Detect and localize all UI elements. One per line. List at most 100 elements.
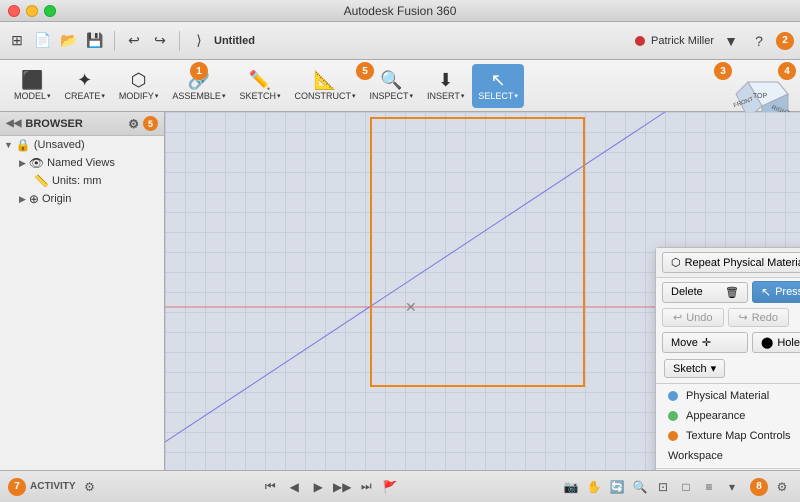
badge-8: 8 — [750, 478, 768, 496]
sketch-dropdown-label: Sketch — [673, 363, 707, 375]
ctx-workspace-label: Workspace — [668, 450, 723, 462]
press-pull-button[interactable]: ↖ Press Pull — [752, 281, 800, 303]
display-mode-icon[interactable]: □ — [676, 477, 696, 497]
ctx-separator2 — [656, 468, 800, 469]
pan-icon[interactable]: ✋ — [584, 477, 604, 497]
texture-map-dot — [668, 431, 678, 441]
press-pull-label: Press Pull — [775, 286, 800, 298]
playback-start-icon[interactable]: ⏮ — [260, 477, 280, 497]
modify-label: MODIFY — [119, 91, 154, 101]
playback-end-icon[interactable]: ⏭ — [356, 477, 376, 497]
svg-text:TOP: TOP — [753, 93, 768, 100]
maximize-button[interactable] — [44, 5, 56, 17]
undo-label: Undo — [686, 312, 712, 324]
user-name: Patrick Miller — [651, 35, 714, 47]
zoom-fit-icon[interactable]: ⊡ — [653, 477, 673, 497]
sketch-dropdown-arrow: ▾ — [711, 362, 717, 375]
insert-button[interactable]: ⬇ INSERT▾ — [421, 64, 470, 108]
view-dropdown-arrow[interactable]: ▾ — [722, 477, 742, 497]
delete-label: Delete — [671, 286, 703, 298]
orbit-icon[interactable]: 🔄 — [607, 477, 627, 497]
construct-button[interactable]: 📐 CONSTRUCT▾ — [288, 64, 361, 108]
zoom-icon[interactable]: 🔍 — [630, 477, 650, 497]
playback-flag-icon[interactable]: 🚩 — [380, 477, 400, 497]
sidebar: ◀◀ BROWSER ⚙ 5 ▼ 🔒 (Unsaved) ▶ 👁 Named V… — [0, 112, 165, 470]
select-label: SELECT — [478, 91, 513, 101]
inspect-label: INSPECT — [370, 91, 409, 101]
create-icon: ✦ — [77, 71, 92, 89]
move-button[interactable]: Move ✛ — [662, 332, 748, 353]
undo-icon[interactable]: ↩ — [123, 30, 145, 52]
record-dot — [635, 36, 645, 46]
undo-arrow-icon: ↩ — [673, 311, 682, 324]
main-toolbar: ⊞ 📄 📂 💾 ↩ ↪ ⟩ Untitled Patrick Miller ▼ … — [0, 22, 800, 60]
separator — [114, 31, 115, 51]
ctx-separator1 — [656, 383, 800, 384]
hole-button[interactable]: ⬤ Hole — [752, 332, 800, 353]
move-label: Move — [671, 337, 698, 349]
ctx-appearance-item[interactable]: Appearance — [656, 406, 800, 426]
playback-play-icon[interactable]: ▶ — [308, 477, 328, 497]
sketch-dropdown-button[interactable]: Sketch ▾ — [664, 359, 725, 378]
apps-icon[interactable]: ⊞ — [6, 30, 28, 52]
sketch-button[interactable]: ✏️ SKETCH▾ — [233, 64, 286, 108]
undo-button[interactable]: ↩ Undo — [662, 308, 724, 327]
ctx-physical-material-label: Physical Material — [686, 390, 769, 402]
tree-item-unsaved[interactable]: ▼ 🔒 (Unsaved) — [0, 136, 164, 154]
browser-label: BROWSER — [25, 118, 82, 130]
badge-5: 5 — [356, 62, 374, 80]
tree-item-units[interactable]: 📏 Units: mm — [0, 172, 164, 190]
construct-label: CONSTRUCT — [294, 91, 351, 101]
ctx-texture-map-label: Texture Map Controls — [686, 430, 791, 442]
select-button[interactable]: ↖ SELECT▾ — [472, 64, 524, 108]
context-menu: ⬡ Repeat Physical Material Delete 🗑 ↖ Pr… — [655, 247, 800, 470]
redo-icon[interactable]: ↪ — [149, 30, 171, 52]
redo-button[interactable]: ↪ Redo — [728, 308, 790, 327]
view-options-icon[interactable]: ≡ — [699, 477, 719, 497]
delete-button[interactable]: Delete 🗑 — [662, 282, 748, 303]
window-controls — [8, 5, 56, 17]
ctx-workspace-item[interactable]: Workspace ▶ — [656, 446, 800, 466]
browser-settings-icon[interactable]: ⚙ — [128, 117, 139, 131]
close-button[interactable] — [8, 5, 20, 17]
repeat-physical-material-button[interactable]: ⬡ Repeat Physical Material — [662, 252, 800, 273]
camera-icon[interactable]: 📷 — [561, 477, 581, 497]
app-title: Autodesk Fusion 360 — [344, 4, 457, 18]
playback-forward-icon[interactable]: ▶▶ — [332, 477, 352, 497]
ctx-texture-map-item[interactable]: Texture Map Controls — [656, 426, 800, 446]
ctx-undo-row: ↩ Undo ↪ Redo — [656, 306, 800, 329]
badge-2: 2 — [776, 32, 794, 50]
modify-button[interactable]: ⬡ MODIFY▾ — [113, 64, 165, 108]
dropdown-arrow[interactable]: ▼ — [720, 30, 742, 52]
delete-icon: 🗑 — [725, 286, 739, 299]
model-button[interactable]: ⬛ MODEL▾ — [8, 64, 57, 108]
create-button[interactable]: ✦ CREATE▾ — [59, 64, 111, 108]
minimize-button[interactable] — [26, 5, 38, 17]
playback-prev-icon[interactable]: ◀ — [284, 477, 304, 497]
repeat-physical-material-label: Repeat Physical Material — [685, 257, 800, 269]
save-icon[interactable]: 💾 — [84, 30, 106, 52]
create-label: CREATE — [65, 91, 101, 101]
activity-settings-icon[interactable]: ⚙ — [80, 477, 100, 497]
some-icon[interactable]: ⟩ — [188, 30, 210, 52]
new-file-icon[interactable]: 📄 — [32, 30, 54, 52]
ctx-sketch-row: Sketch ▾ — [656, 356, 800, 381]
open-icon[interactable]: 📂 — [58, 30, 80, 52]
sketch-icon: ✏️ — [249, 71, 271, 89]
help-icon[interactable]: ? — [748, 30, 770, 52]
tree-item-named-views[interactable]: ▶ 👁 Named Views — [0, 154, 164, 172]
badge-1: 1 — [190, 62, 208, 80]
browser-header: ◀◀ BROWSER ⚙ 5 — [0, 112, 164, 136]
titlebar: Autodesk Fusion 360 — [0, 0, 800, 22]
main-area: ◀◀ BROWSER ⚙ 5 ▼ 🔒 (Unsaved) ▶ 👁 Named V… — [0, 112, 800, 470]
separator2 — [179, 31, 180, 51]
ctx-physical-material-item[interactable]: Physical Material — [656, 386, 800, 406]
settings-icon[interactable]: ⚙ — [772, 477, 792, 497]
model-icon: ⬛ — [21, 71, 43, 89]
collapse-arrow[interactable]: ◀◀ — [6, 118, 21, 129]
appearance-dot — [668, 411, 678, 421]
tree-item-origin[interactable]: ▶ ⊕ Origin — [0, 190, 164, 208]
badge-7: 7 — [8, 478, 26, 496]
ctx-repeat-row: ⬡ Repeat Physical Material — [656, 248, 800, 278]
move-icon: ✛ — [702, 336, 711, 349]
